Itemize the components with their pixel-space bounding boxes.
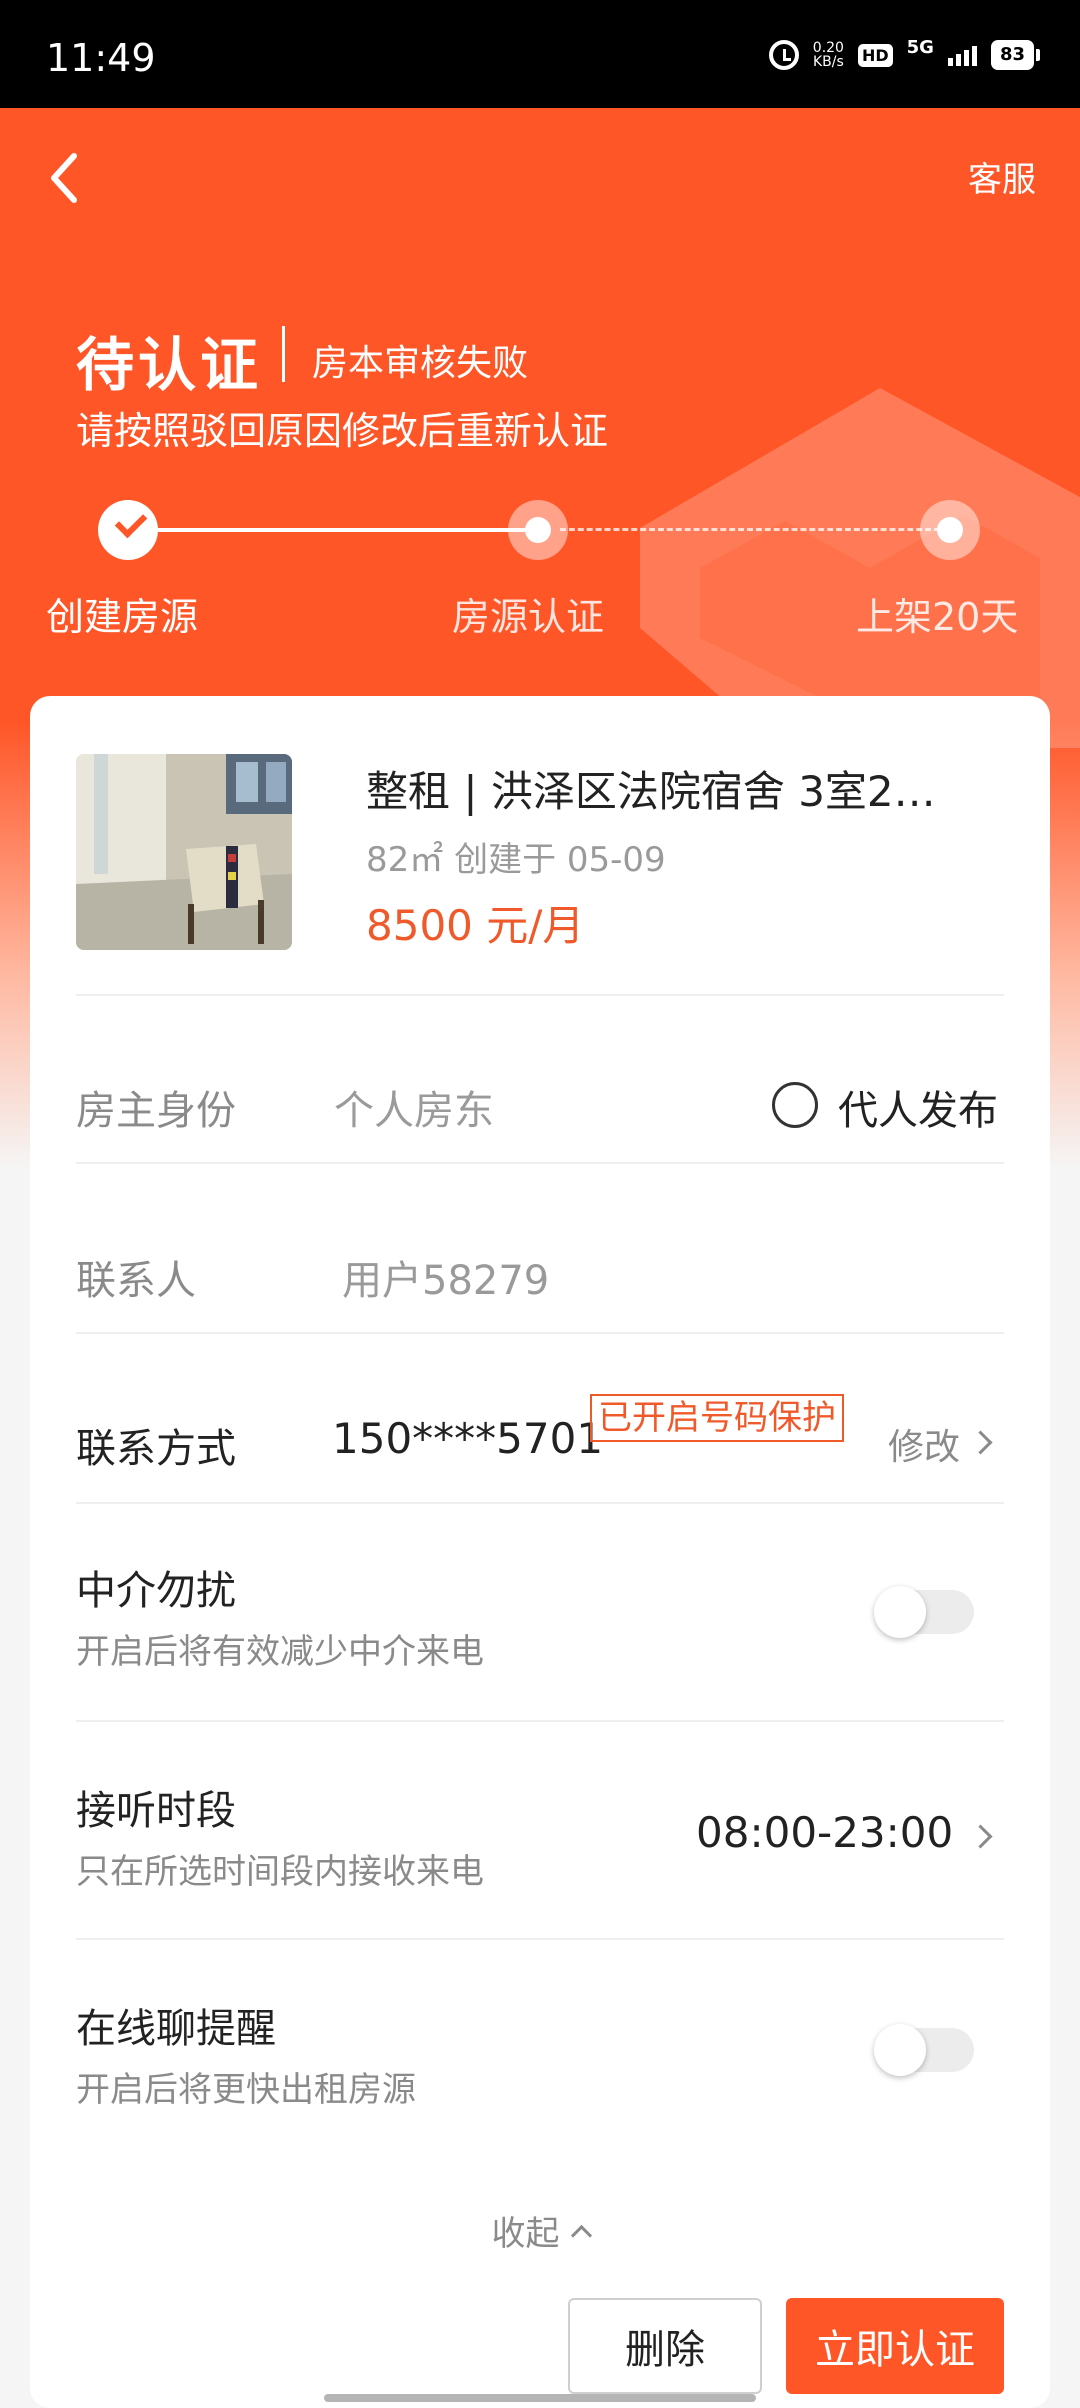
proxy-publish-radio[interactable]	[772, 1082, 818, 1128]
status-bar: 11:49 0.20 KB/s HD 5G 83	[0, 0, 1080, 108]
step-pending-dot	[920, 500, 980, 560]
divider	[76, 1502, 1004, 1504]
chevron-up-icon	[570, 2224, 592, 2247]
listing-card: 整租 | 洪泽区法院宿舍 3室2… 82㎡ 创建于 05-09 8500 元/月…	[30, 696, 1050, 2408]
home-indicator[interactable]	[324, 2394, 756, 2402]
net-speed-unit: KB/s	[812, 54, 844, 70]
divider	[76, 1162, 1004, 1164]
status-icons: 0.20 KB/s HD 5G 83	[768, 36, 1040, 70]
owner-identity-label: 房主身份	[76, 1088, 236, 1134]
customer-service-link[interactable]: 客服	[968, 152, 1036, 201]
listing-price: 8500 元/月	[366, 901, 585, 950]
back-arrow-icon[interactable]	[44, 148, 84, 208]
collapse-label: 收起	[491, 2214, 560, 2254]
chevron-right-icon[interactable]	[968, 1430, 993, 1455]
alarm-icon	[768, 40, 799, 70]
divider	[76, 994, 1004, 996]
net-speed: 0.20 KB/s	[813, 41, 844, 69]
online-chat-label: 在线聊提醒	[76, 2006, 276, 2052]
step-label-create: 创建房源	[46, 595, 199, 639]
owner-identity-value: 个人房东	[334, 1088, 494, 1134]
signal-icon	[947, 44, 977, 66]
hd-icon: HD	[857, 43, 893, 67]
verify-now-button[interactable]: 立即认证	[786, 2298, 1004, 2394]
progress-line-pending	[560, 528, 940, 531]
title-divider	[282, 326, 285, 382]
answer-time-value[interactable]: 08:00-23:00	[696, 1808, 953, 1857]
contact-person-label: 联系人	[76, 1258, 196, 1304]
contact-person-value: 用户58279	[342, 1258, 550, 1304]
contact-phone-label: 联系方式	[76, 1426, 236, 1472]
listing-created: 创建于 05-09	[454, 840, 666, 880]
network-type: 5G	[906, 36, 934, 58]
collapse-button[interactable]: 收起	[30, 2206, 1050, 2255]
battery-tip	[1036, 49, 1040, 61]
divider	[76, 1720, 1004, 1722]
no-agent-label: 中介勿扰	[76, 1568, 236, 1614]
online-chat-toggle[interactable]	[874, 2024, 974, 2076]
step-done-check-icon	[98, 500, 158, 560]
divider	[76, 1332, 1004, 1334]
online-chat-desc: 开启后将更快出租房源	[76, 2070, 416, 2110]
step-current-dot	[508, 500, 568, 560]
number-protection-badge: 已开启号码保护	[590, 1394, 844, 1442]
contact-phone-value: 150****5701	[332, 1414, 604, 1463]
battery-icon: 83	[990, 40, 1034, 70]
modify-phone-link[interactable]: 修改	[888, 1418, 960, 1470]
no-agent-desc: 开启后将有效减少中介来电	[76, 1632, 484, 1672]
progress-line-done	[130, 528, 540, 532]
status-subtitle: 房本审核失败	[312, 343, 529, 384]
no-agent-toggle[interactable]	[874, 1586, 974, 1638]
answer-time-label: 接听时段	[76, 1788, 236, 1834]
listing-meta: 82㎡ 创建于 05-09	[366, 832, 666, 881]
status-title: 待认证	[76, 331, 263, 399]
chevron-right-icon[interactable]	[968, 1824, 993, 1849]
divider	[76, 1938, 1004, 1940]
listing-photo[interactable]	[76, 754, 292, 950]
listing-title[interactable]: 整租 | 洪泽区法院宿舍 3室2…	[366, 758, 996, 819]
status-time: 11:49	[46, 36, 156, 80]
answer-time-desc: 只在所选时间段内接收来电	[76, 1852, 484, 1892]
delete-button[interactable]: 删除	[568, 2298, 762, 2394]
status-hint: 请按照驳回原因修改后重新认证	[76, 409, 609, 453]
proxy-publish-label[interactable]: 代人发布	[838, 1078, 998, 1136]
step-label-verify: 房源认证	[452, 595, 605, 639]
house-decoration-icon	[640, 388, 1080, 748]
step-label-list: 上架20天	[856, 595, 1019, 639]
listing-area: 82㎡	[366, 840, 444, 880]
